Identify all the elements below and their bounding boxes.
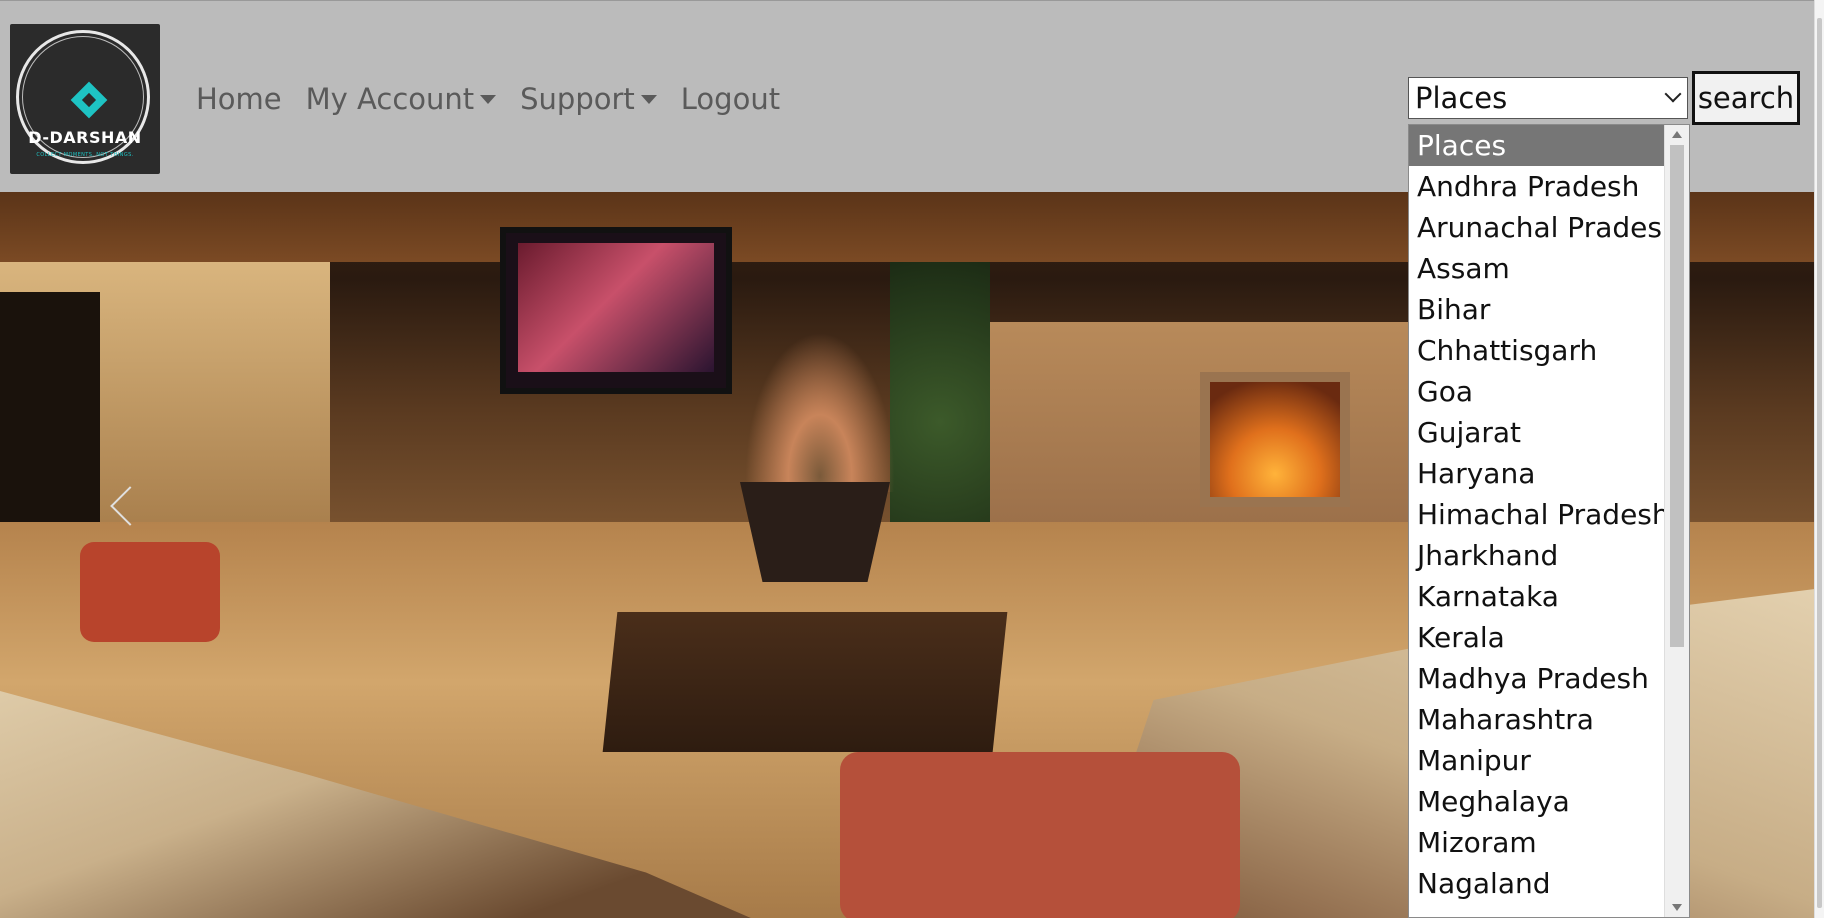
dropdown-option[interactable]: Goa [1409,371,1665,412]
caret-down-icon [640,94,657,104]
caret-down-icon [480,94,497,104]
dropdown-option[interactable]: Karnataka [1409,576,1665,617]
page-scrollbar[interactable] [1814,0,1824,918]
search-button[interactable]: search [1692,71,1800,125]
hero-pillow [840,752,1240,918]
dropdown-scrollbar[interactable] [1664,125,1689,917]
dropdown-option[interactable]: Meghalaya [1409,781,1665,822]
dropdown-option[interactable]: Jharkhand [1409,535,1665,576]
main-nav: Home My Account Support Logout [196,79,804,119]
logo-brand-text: D-DARSHAN [28,128,142,147]
dropdown-option[interactable]: Himachal Pradesh [1409,494,1670,535]
hero-tv-screen [518,243,714,372]
nav-logout[interactable]: Logout [681,82,780,116]
dropdown-scroll-thumb[interactable] [1670,145,1684,647]
nav-home[interactable]: Home [196,82,282,116]
nav-support[interactable]: Support [520,82,657,116]
nav-logout-label: Logout [680,82,781,116]
nav-my-account[interactable]: My Account [306,82,497,116]
dropdown-option[interactable]: Maharashtra [1409,699,1665,740]
dropdown-option[interactable]: Madhya Pradesh [1409,658,1665,699]
hero-planter [740,482,890,582]
dropdown-option[interactable]: Gujarat [1409,412,1665,453]
scroll-up-arrow-icon[interactable] [1672,131,1682,138]
nav-support-label: Support [520,82,635,116]
dropdown-options: Places Andhra Pradesh Arunachal Pradesh … [1409,125,1680,904]
site-logo[interactable]: D-DARSHAN COLLECT MOMENTS, NOT THINGS. [10,24,160,174]
dropdown-option[interactable]: Assam [1409,248,1665,289]
dropdown-option[interactable]: Places [1409,125,1665,166]
dropdown-option[interactable]: Arunachal Pradesh [1409,207,1680,248]
nav-home-label: Home [196,82,282,116]
dropdown-option[interactable]: Bihar [1409,289,1665,330]
places-dropdown-list[interactable]: Places Andhra Pradesh Arunachal Pradesh … [1408,124,1690,918]
hero-door [0,292,100,522]
dropdown-option[interactable]: Chhattisgarh [1409,330,1665,371]
dropdown-option[interactable]: Kerala [1409,617,1665,658]
dropdown-option[interactable]: Haryana [1409,453,1665,494]
hero-plant [745,332,895,492]
page-scroll-thumb[interactable] [1817,18,1822,908]
dropdown-option[interactable]: Mizoram [1409,822,1665,863]
dropdown-option[interactable]: Andhra Pradesh [1409,166,1665,207]
hero-tv [500,227,732,394]
hero-coffee-table [602,612,1008,752]
logo-tagline: COLLECT MOMENTS, NOT THINGS. [36,152,134,158]
hero-pillow [80,542,220,642]
nav-my-account-label: My Account [305,82,475,116]
dropdown-option[interactable]: Manipur [1409,740,1665,781]
chevron-down-icon [1664,85,1682,103]
places-select-value: Places [1415,81,1508,115]
dropdown-option[interactable]: Nagaland [1409,863,1665,904]
places-select[interactable]: Places [1408,77,1688,119]
hero-fireplace [1200,372,1350,507]
scroll-down-arrow-icon[interactable] [1672,904,1682,911]
